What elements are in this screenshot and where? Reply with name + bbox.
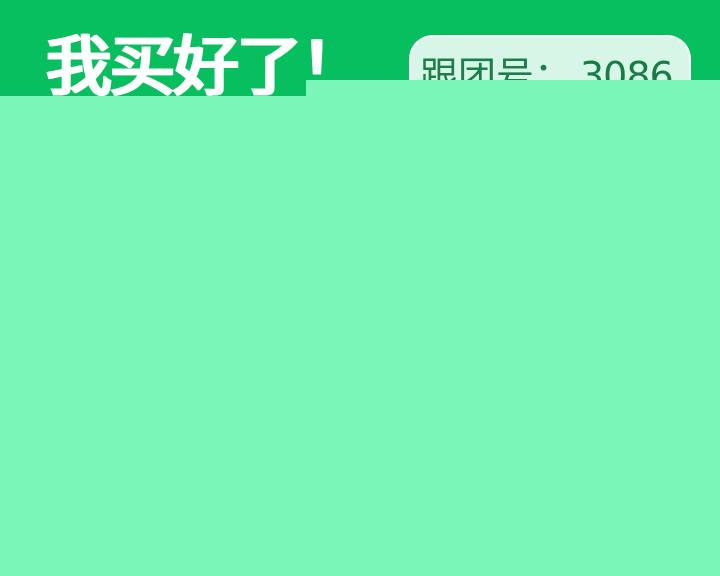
purchase-confirmation-screen: 我买好了！ 跟团号： 3086 — [0, 0, 720, 576]
content-panel — [0, 96, 720, 576]
